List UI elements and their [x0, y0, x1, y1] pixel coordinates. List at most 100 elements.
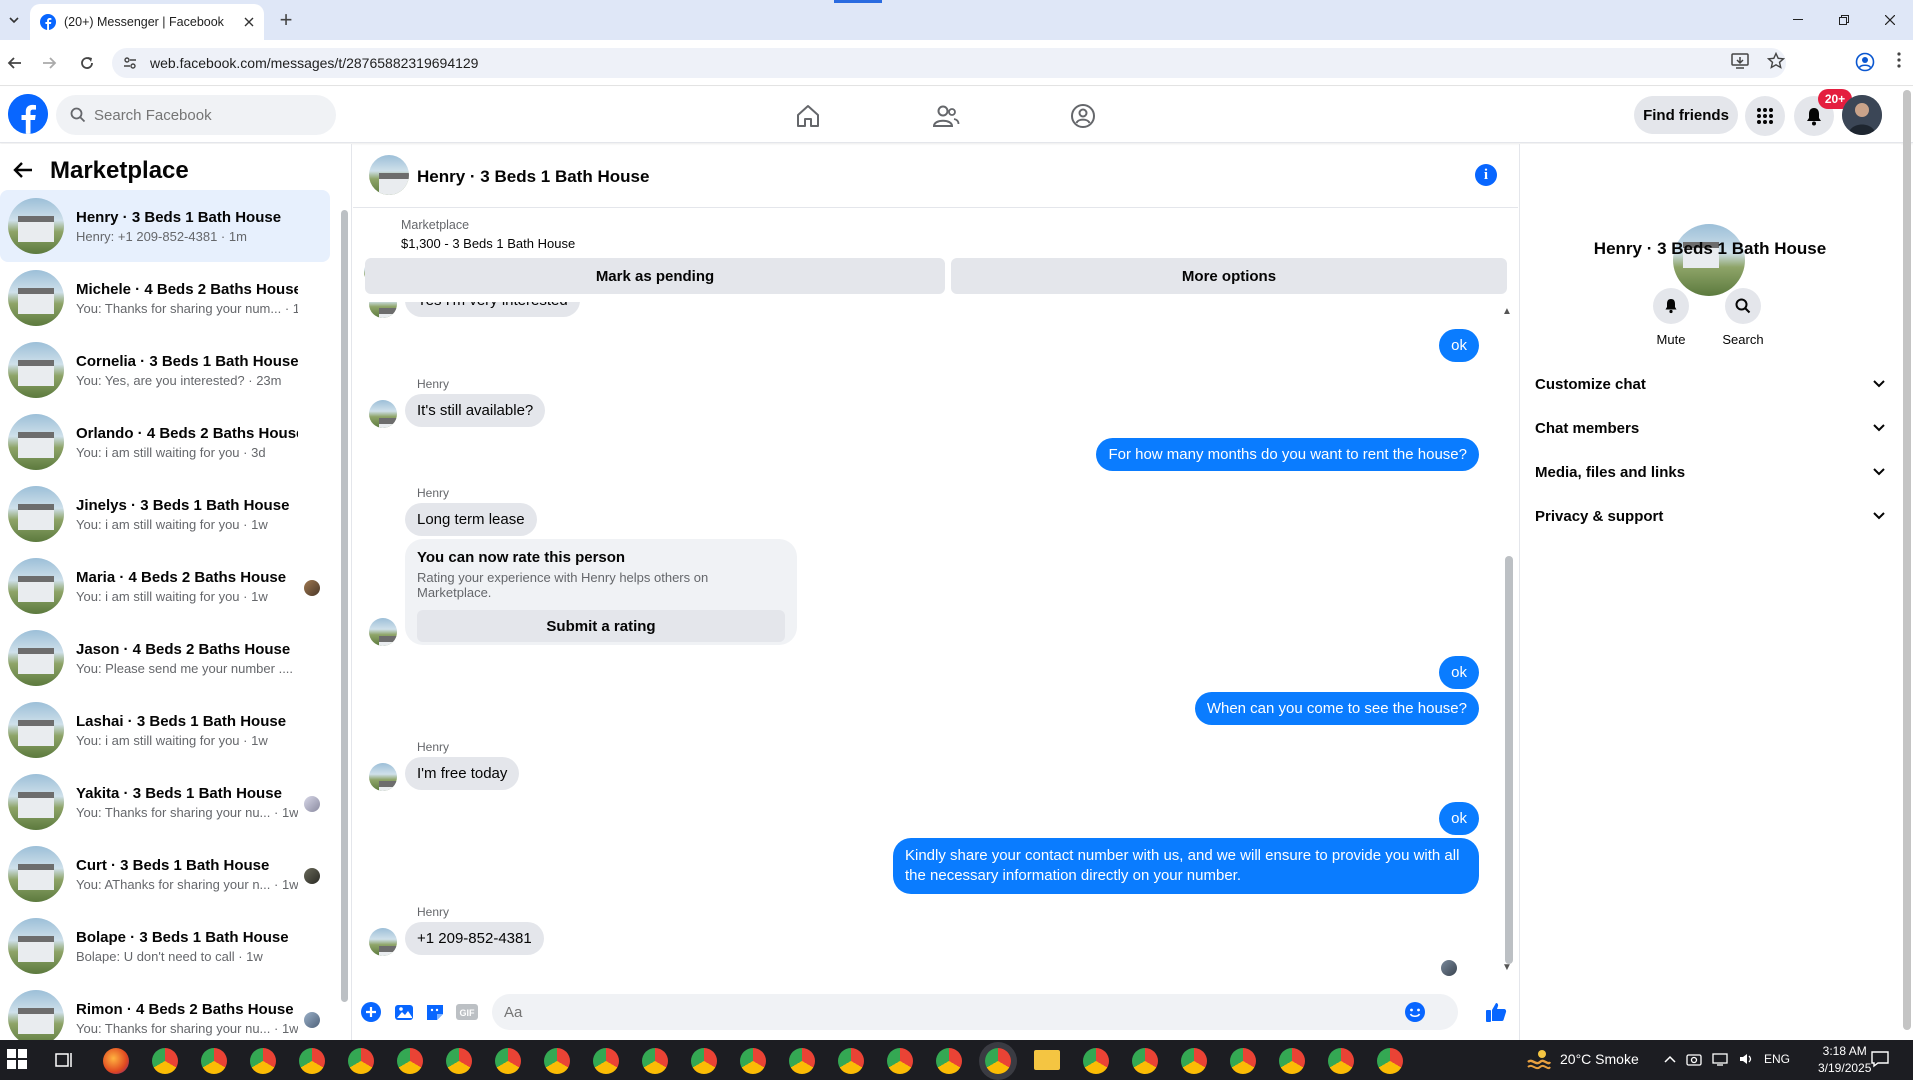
conversation-item[interactable]: Jason · 4 Beds 2 Baths House You: Please …: [0, 622, 330, 694]
scroll-up-arrow[interactable]: ▲: [1502, 306, 1512, 317]
chrome-icon[interactable]: [250, 1048, 276, 1074]
chrome-icon[interactable]: [1132, 1048, 1158, 1074]
contact-avatar[interactable]: [1673, 224, 1745, 296]
privacy-support-row[interactable]: Privacy & support: [1527, 494, 1893, 538]
conversation-item[interactable]: Rimon · 4 Beds 2 Baths House You: Thanks …: [0, 982, 330, 1040]
chrome-icon[interactable]: [299, 1048, 325, 1074]
facebook-search-box[interactable]: [56, 95, 336, 135]
notification-center-icon[interactable]: [1870, 1050, 1890, 1068]
chrome-icon[interactable]: [789, 1048, 815, 1074]
media-files-links-row[interactable]: Media, files and links: [1527, 450, 1893, 494]
browser-menu-button[interactable]: [1897, 52, 1901, 68]
chevron-up-icon[interactable]: [1664, 1055, 1676, 1063]
task-view-icon[interactable]: [54, 1050, 74, 1070]
install-app-icon[interactable]: [1731, 52, 1749, 70]
minimize-button[interactable]: [1775, 0, 1821, 40]
menu-grid-button[interactable]: [1745, 96, 1785, 136]
chat-avatar[interactable]: [369, 155, 409, 195]
windows-start-icon[interactable]: [6, 1048, 30, 1072]
chat-title[interactable]: Henry · 3 Beds 1 Bath House: [417, 167, 649, 187]
find-friends-button[interactable]: Find friends: [1634, 96, 1738, 134]
nav-home[interactable]: [758, 96, 858, 136]
conversation-item[interactable]: Cornelia · 3 Beds 1 Bath House You: Yes, …: [0, 334, 330, 406]
weather-widget[interactable]: 20°C Smoke: [1526, 1048, 1639, 1070]
nav-friends[interactable]: [896, 96, 996, 136]
browser-profile-button[interactable]: [1855, 52, 1875, 72]
facebook-logo-icon[interactable]: [8, 94, 48, 134]
scroll-down-arrow[interactable]: ▼: [1502, 962, 1512, 973]
customize-chat-row[interactable]: Customize chat: [1527, 362, 1893, 406]
forward-button[interactable]: [36, 50, 62, 76]
plus-icon[interactable]: [359, 1000, 383, 1024]
message-input-box[interactable]: [492, 994, 1458, 1030]
gif-icon[interactable]: GIF: [455, 1000, 479, 1024]
chat-scrollbar-thumb[interactable]: [1505, 556, 1513, 964]
conversation-item[interactable]: Orlando · 4 Beds 2 Baths House You: i am …: [0, 406, 330, 478]
mark-as-pending-button[interactable]: Mark as pending: [365, 258, 945, 294]
tab-list-button[interactable]: [2, 6, 26, 34]
sidebar-scrollbar-thumb[interactable]: [341, 210, 348, 1002]
conversation-item[interactable]: Michele · 4 Beds 2 Baths House You: Thank…: [0, 262, 330, 334]
file-explorer-icon[interactable]: [1034, 1050, 1060, 1070]
chrome-icon[interactable]: [936, 1048, 962, 1074]
network-icon[interactable]: [1712, 1052, 1728, 1066]
conversation-item[interactable]: Henry · 3 Beds 1 Bath House Henry: +1 209…: [0, 190, 330, 262]
restore-button[interactable]: [1821, 0, 1867, 40]
chrome-icon[interactable]: [593, 1048, 619, 1074]
back-button[interactable]: [2, 50, 28, 76]
conversation-item[interactable]: Bolape · 3 Beds 1 Bath House Bolape: U do…: [0, 910, 330, 982]
chrome-icon[interactable]: [495, 1048, 521, 1074]
nav-groups[interactable]: [1033, 96, 1133, 136]
search-conversation-button[interactable]: Search: [1713, 288, 1773, 347]
conversation-item[interactable]: Curt · 3 Beds 1 Bath House You: AThanks f…: [0, 838, 330, 910]
address-bar[interactable]: web.facebook.com/messages/t/287658823196…: [112, 48, 1786, 78]
chrome-icon[interactable]: [740, 1048, 766, 1074]
page-scrollbar-thumb[interactable]: [1903, 90, 1911, 1030]
message-input[interactable]: [504, 1003, 1404, 1021]
chrome-icon[interactable]: [1083, 1048, 1109, 1074]
chrome-icon[interactable]: [1181, 1048, 1207, 1074]
chrome-icon[interactable]: [446, 1048, 472, 1074]
conversation-item[interactable]: Jinelys · 3 Beds 1 Bath House You: i am s…: [0, 478, 330, 550]
search-input[interactable]: [94, 106, 314, 124]
chat-members-row[interactable]: Chat members: [1527, 406, 1893, 450]
chrome-icon[interactable]: [348, 1048, 374, 1074]
chrome-icon[interactable]: [1377, 1048, 1403, 1074]
chrome-icon[interactable]: [642, 1048, 668, 1074]
chrome-icon[interactable]: [1230, 1048, 1256, 1074]
firefox-icon[interactable]: [103, 1048, 129, 1074]
account-avatar[interactable]: [1842, 95, 1882, 135]
bookmark-star-icon[interactable]: [1767, 52, 1785, 70]
listing-title[interactable]: $1,300 - 3 Beds 1 Bath House: [401, 236, 575, 251]
reload-button[interactable]: [74, 50, 100, 76]
info-icon[interactable]: i: [1475, 164, 1497, 186]
chrome-icon[interactable]: [1328, 1048, 1354, 1074]
conversation-item[interactable]: Lashai · 3 Beds 1 Bath House You: i am st…: [0, 694, 330, 766]
browser-tab[interactable]: (20+) Messenger | Facebook: [30, 4, 264, 40]
chrome-icon[interactable]: [544, 1048, 570, 1074]
more-options-button[interactable]: More options: [951, 258, 1507, 294]
new-tab-button[interactable]: +: [274, 7, 298, 32]
chrome-icon[interactable]: [201, 1048, 227, 1074]
chrome-icon-active[interactable]: [985, 1048, 1011, 1074]
volume-icon[interactable]: [1738, 1052, 1754, 1066]
submit-rating-button[interactable]: Submit a rating: [417, 610, 785, 642]
conversation-item[interactable]: Maria · 4 Beds 2 Baths House You: i am st…: [0, 550, 330, 622]
photo-icon[interactable]: [392, 1000, 416, 1024]
chrome-icon[interactable]: [838, 1048, 864, 1074]
chrome-icon[interactable]: [691, 1048, 717, 1074]
taskbar-clock[interactable]: 3:18 AM 3/19/2025: [1818, 1043, 1871, 1077]
chrome-icon[interactable]: [1279, 1048, 1305, 1074]
close-window-button[interactable]: [1867, 0, 1913, 40]
mute-button[interactable]: Mute: [1641, 288, 1701, 347]
chrome-icon[interactable]: [887, 1048, 913, 1074]
like-thumb-icon[interactable]: [1484, 1000, 1508, 1024]
chrome-icon[interactable]: [152, 1048, 178, 1074]
sidebar-back-button[interactable]: [12, 160, 34, 180]
language-indicator[interactable]: ENG: [1764, 1052, 1790, 1066]
sticker-icon[interactable]: [423, 1000, 447, 1024]
emoji-icon[interactable]: [1404, 1001, 1426, 1023]
conversation-item[interactable]: Yakita · 3 Beds 1 Bath House You: Thanks …: [0, 766, 330, 838]
chrome-icon[interactable]: [397, 1048, 423, 1074]
camera-icon[interactable]: [1686, 1052, 1702, 1066]
